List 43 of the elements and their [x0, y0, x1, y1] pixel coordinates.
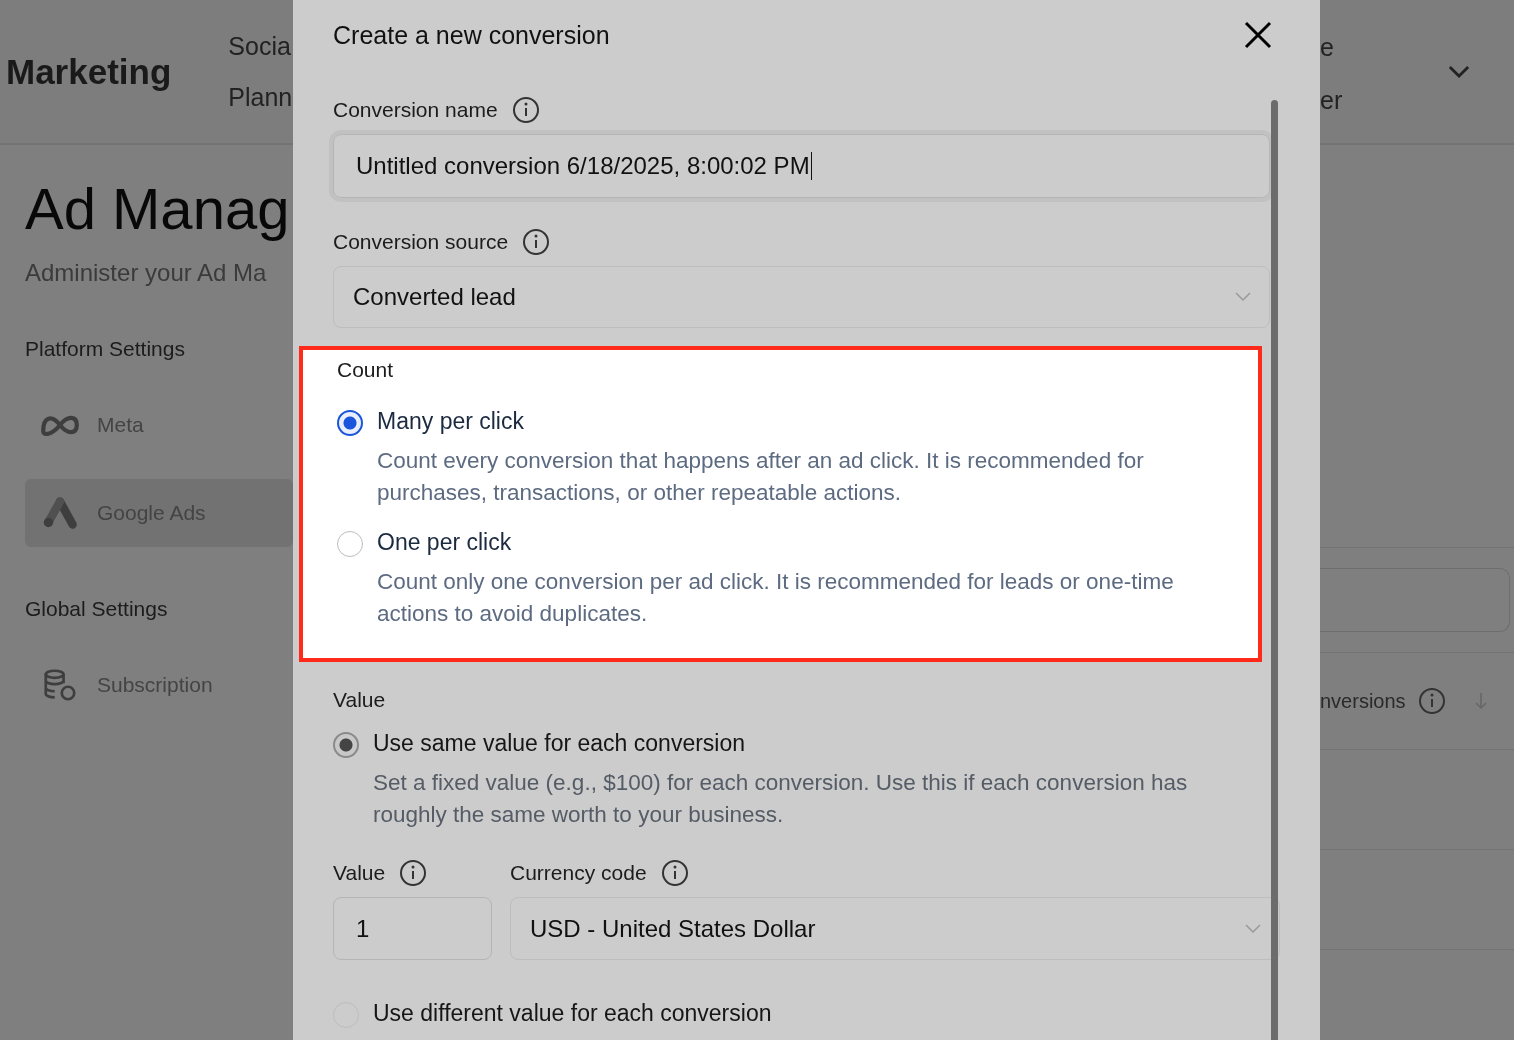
info-icon[interactable]: [399, 859, 428, 887]
source-select[interactable]: Converted lead: [333, 266, 1270, 328]
nav-link[interactable]: Socia: [228, 31, 293, 61]
column-header[interactable]: nversions: [1320, 689, 1406, 713]
sidebar-item[interactable]: Subscription: [25, 650, 293, 719]
search-field[interactable]: [1320, 568, 1510, 632]
option-label: One per click: [377, 529, 513, 556]
option-label: Many per click: [377, 408, 525, 435]
radio-button[interactable]: [337, 531, 363, 557]
field-label: Conversion name: [333, 98, 498, 122]
option-description: Count every conversion that happens after an ad click. It is recommended for purchases, transactions, or other repeatable actions.: [377, 447, 1145, 507]
field-label: Currency code: [510, 861, 647, 885]
nav-link[interactable]: e: [1320, 32, 1343, 62]
section-heading: Global Settings: [25, 596, 169, 621]
chevron-down-icon: [1245, 923, 1261, 934]
chevron-down-icon: [1235, 292, 1251, 302]
info-icon[interactable]: [511, 96, 540, 124]
option-label: Use same value for each conversion: [373, 730, 747, 757]
info-icon[interactable]: [522, 228, 551, 256]
section-heading: Platform Settings: [25, 336, 186, 361]
app-title: Marketing: [6, 51, 172, 92]
option-description: Count only one conversion per ad click. It is recommended for leads or one-time actions to avoid duplicates.: [377, 568, 1175, 628]
radio-button[interactable]: [333, 732, 359, 758]
group-heading: Value: [333, 688, 387, 712]
sidebar-item[interactable]: Meta: [25, 390, 293, 459]
option-label: Use different value for each conversion: [373, 1000, 772, 1027]
field-label: Value: [333, 861, 386, 885]
nav-link[interactable]: er: [1320, 85, 1343, 115]
page-title: Ad Manag: [25, 177, 291, 241]
chevron-down-icon[interactable]: [1448, 65, 1470, 78]
close-icon[interactable]: [1243, 20, 1273, 50]
info-icon[interactable]: [1417, 687, 1446, 715]
scrollbar[interactable]: [1271, 100, 1278, 1040]
group-heading: Count: [337, 358, 395, 382]
dialog-title: Create a new conversion: [333, 20, 610, 50]
field-label: Conversion source: [333, 230, 509, 254]
option-description: Set a fixed value (e.g., $100) for each conversion. Use this if each conversion has roughly the same worth to your business.: [373, 769, 1189, 829]
currency-select[interactable]: USD - United States Dollar: [510, 897, 1280, 960]
info-icon[interactable]: [660, 859, 689, 887]
radio-button[interactable]: [337, 410, 363, 436]
page-subtitle: Administer your Ad Ma: [25, 258, 268, 287]
value-input[interactable]: 1: [333, 897, 492, 960]
nav-link[interactable]: Plann: [228, 82, 293, 112]
